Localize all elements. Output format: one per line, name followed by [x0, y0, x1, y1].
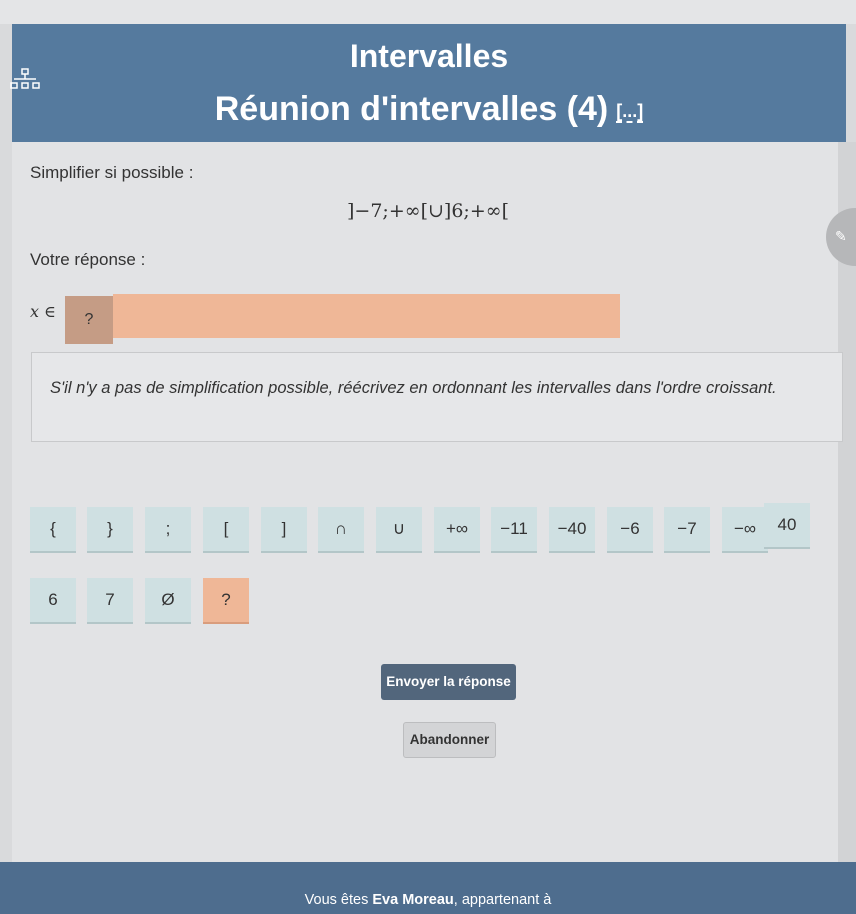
key-close-brace[interactable]: } [87, 507, 133, 553]
key-40[interactable]: 40 [764, 503, 810, 549]
answer-marker: ? [65, 296, 113, 344]
key-6[interactable]: 6 [30, 578, 76, 624]
page-title: Intervalles [349, 38, 509, 74]
key-plus-infinity[interactable]: +∞ [434, 507, 480, 553]
key-minus-6[interactable]: −6 [607, 507, 653, 553]
key-close-bracket[interactable]: ] [261, 507, 307, 553]
key-question[interactable]: ? [203, 578, 249, 624]
instruction-text: Simplifier si possible : [30, 163, 194, 182]
key-empty-set[interactable]: Ø [145, 578, 191, 624]
browser-top-strip [0, 0, 856, 24]
key-intersection[interactable]: ∩ [318, 507, 364, 553]
key-7[interactable]: 7 [87, 578, 133, 624]
key-minus-infinity[interactable]: −∞ [722, 507, 768, 553]
pencil-icon: ✎ [835, 228, 847, 244]
hint-box: S'il n'y a pas de simplification possibl… [31, 352, 843, 442]
key-minus-11[interactable]: −11 [491, 507, 537, 553]
footer-suffix: , appartenant à [453, 892, 552, 908]
footer: Vous êtes Eva Moreau, appartenant à [0, 862, 856, 914]
response-label: Votre réponse : [30, 250, 146, 269]
answer-input[interactable] [113, 294, 620, 338]
answer-prefix: x ∈ [30, 302, 56, 321]
key-union[interactable]: ∪ [376, 507, 422, 553]
exercise-title: Réunion d'intervalles (4) [...] [12, 90, 846, 129]
abandon-button[interactable]: Abandonner [403, 722, 496, 758]
footer-text: Vous êtes Eva Moreau, appartenant à [0, 892, 856, 908]
key-semicolon[interactable]: ; [145, 507, 191, 553]
send-answer-button[interactable]: Envoyer la réponse [381, 664, 516, 700]
exercise-title-text: Réunion d'intervalles (4) [214, 90, 609, 128]
user-name: Eva Moreau [372, 892, 454, 908]
key-open-brace[interactable]: { [30, 507, 76, 553]
key-minus-7[interactable]: −7 [664, 507, 710, 553]
more-info-link[interactable]: [...] [616, 101, 644, 123]
hint-text: S'il n'y a pas de simplification possibl… [50, 379, 777, 397]
key-open-bracket[interactable]: [ [203, 507, 249, 553]
key-minus-40[interactable]: −40 [549, 507, 595, 553]
footer-prefix: Vous êtes [304, 892, 373, 908]
math-expression: ]−7;+∞[∪]6;+∞[ [347, 200, 509, 222]
exercise-header: Intervalles Réunion d'intervalles (4) [..… [10, 24, 846, 142]
